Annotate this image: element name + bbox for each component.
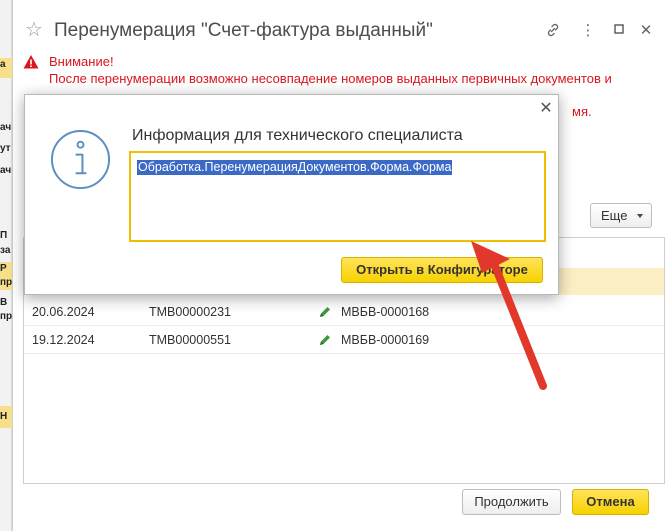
row-date: 19.12.2024 — [32, 333, 95, 347]
warning-text-line1: После перенумерации возможно несовпадени… — [49, 71, 612, 86]
background-fragment: В — [0, 297, 8, 308]
warning-text-line2: мя. — [572, 104, 592, 119]
more-button-label: Еще — [601, 208, 628, 223]
background-window-strip: а ач ут ач П за Р пр В пр Н — [0, 0, 12, 531]
more-vertical-icon[interactable]: ⋮ — [579, 22, 597, 40]
table-row[interactable]: 19.12.2024 ТМВ00000551 МВБВ-0000169 — [24, 327, 664, 354]
row-date: 20.06.2024 — [32, 305, 95, 319]
open-in-configurator-button[interactable]: Открыть в Конфигураторе — [341, 257, 543, 283]
pencil-icon — [320, 335, 330, 345]
background-fragment: П — [0, 230, 8, 241]
window-title: Перенумерация "Счет-фактура выданный" — [54, 20, 433, 41]
background-fragment: ач — [0, 165, 12, 176]
continue-button[interactable]: Продолжить — [462, 489, 561, 515]
chevron-down-icon — [637, 214, 643, 218]
background-fragment: а — [0, 58, 12, 78]
pencil-icon — [320, 307, 330, 317]
close-icon[interactable]: ✕ — [538, 101, 554, 117]
close-icon[interactable]: ✕ — [637, 22, 655, 40]
info-icon — [50, 129, 111, 190]
tech-info-dialog: ✕ Информация для технического специалист… — [24, 94, 559, 295]
form-path-text: Обработка.ПеренумерацияДокументов.Форма.… — [137, 160, 453, 175]
row-new-number: МВБВ-0000168 — [341, 305, 430, 319]
row-number: ТМВ00000551 — [149, 333, 232, 347]
background-fragment: ут — [0, 143, 11, 154]
warning-heading: Внимание! — [49, 54, 114, 69]
background-fragment: Р — [0, 262, 12, 276]
row-number: ТМВ00000231 — [149, 305, 232, 319]
background-fragment: пр — [0, 276, 12, 290]
link-icon[interactable] — [544, 22, 562, 40]
dialog-title: Информация для технического специалиста — [132, 127, 463, 144]
maximize-icon[interactable] — [610, 22, 628, 40]
more-button[interactable]: Еще — [590, 203, 652, 228]
background-fragment: за — [0, 245, 11, 256]
warning-icon — [23, 55, 39, 69]
background-fragment: ач — [0, 122, 12, 133]
background-fragment: пр — [0, 311, 12, 322]
form-path-field[interactable]: Обработка.ПеренумерацияДокументов.Форма.… — [129, 151, 546, 242]
star-icon[interactable]: ☆ — [25, 20, 43, 40]
row-new-number: МВБВ-0000169 — [341, 333, 430, 347]
table-row[interactable]: 20.06.2024 ТМВ00000231 МВБВ-0000168 — [24, 299, 664, 326]
cancel-button[interactable]: Отмена — [572, 489, 649, 515]
window-titlebar: ☆ Перенумерация "Счет-фактура выданный" … — [13, 0, 667, 42]
background-fragment: Н — [0, 406, 12, 428]
